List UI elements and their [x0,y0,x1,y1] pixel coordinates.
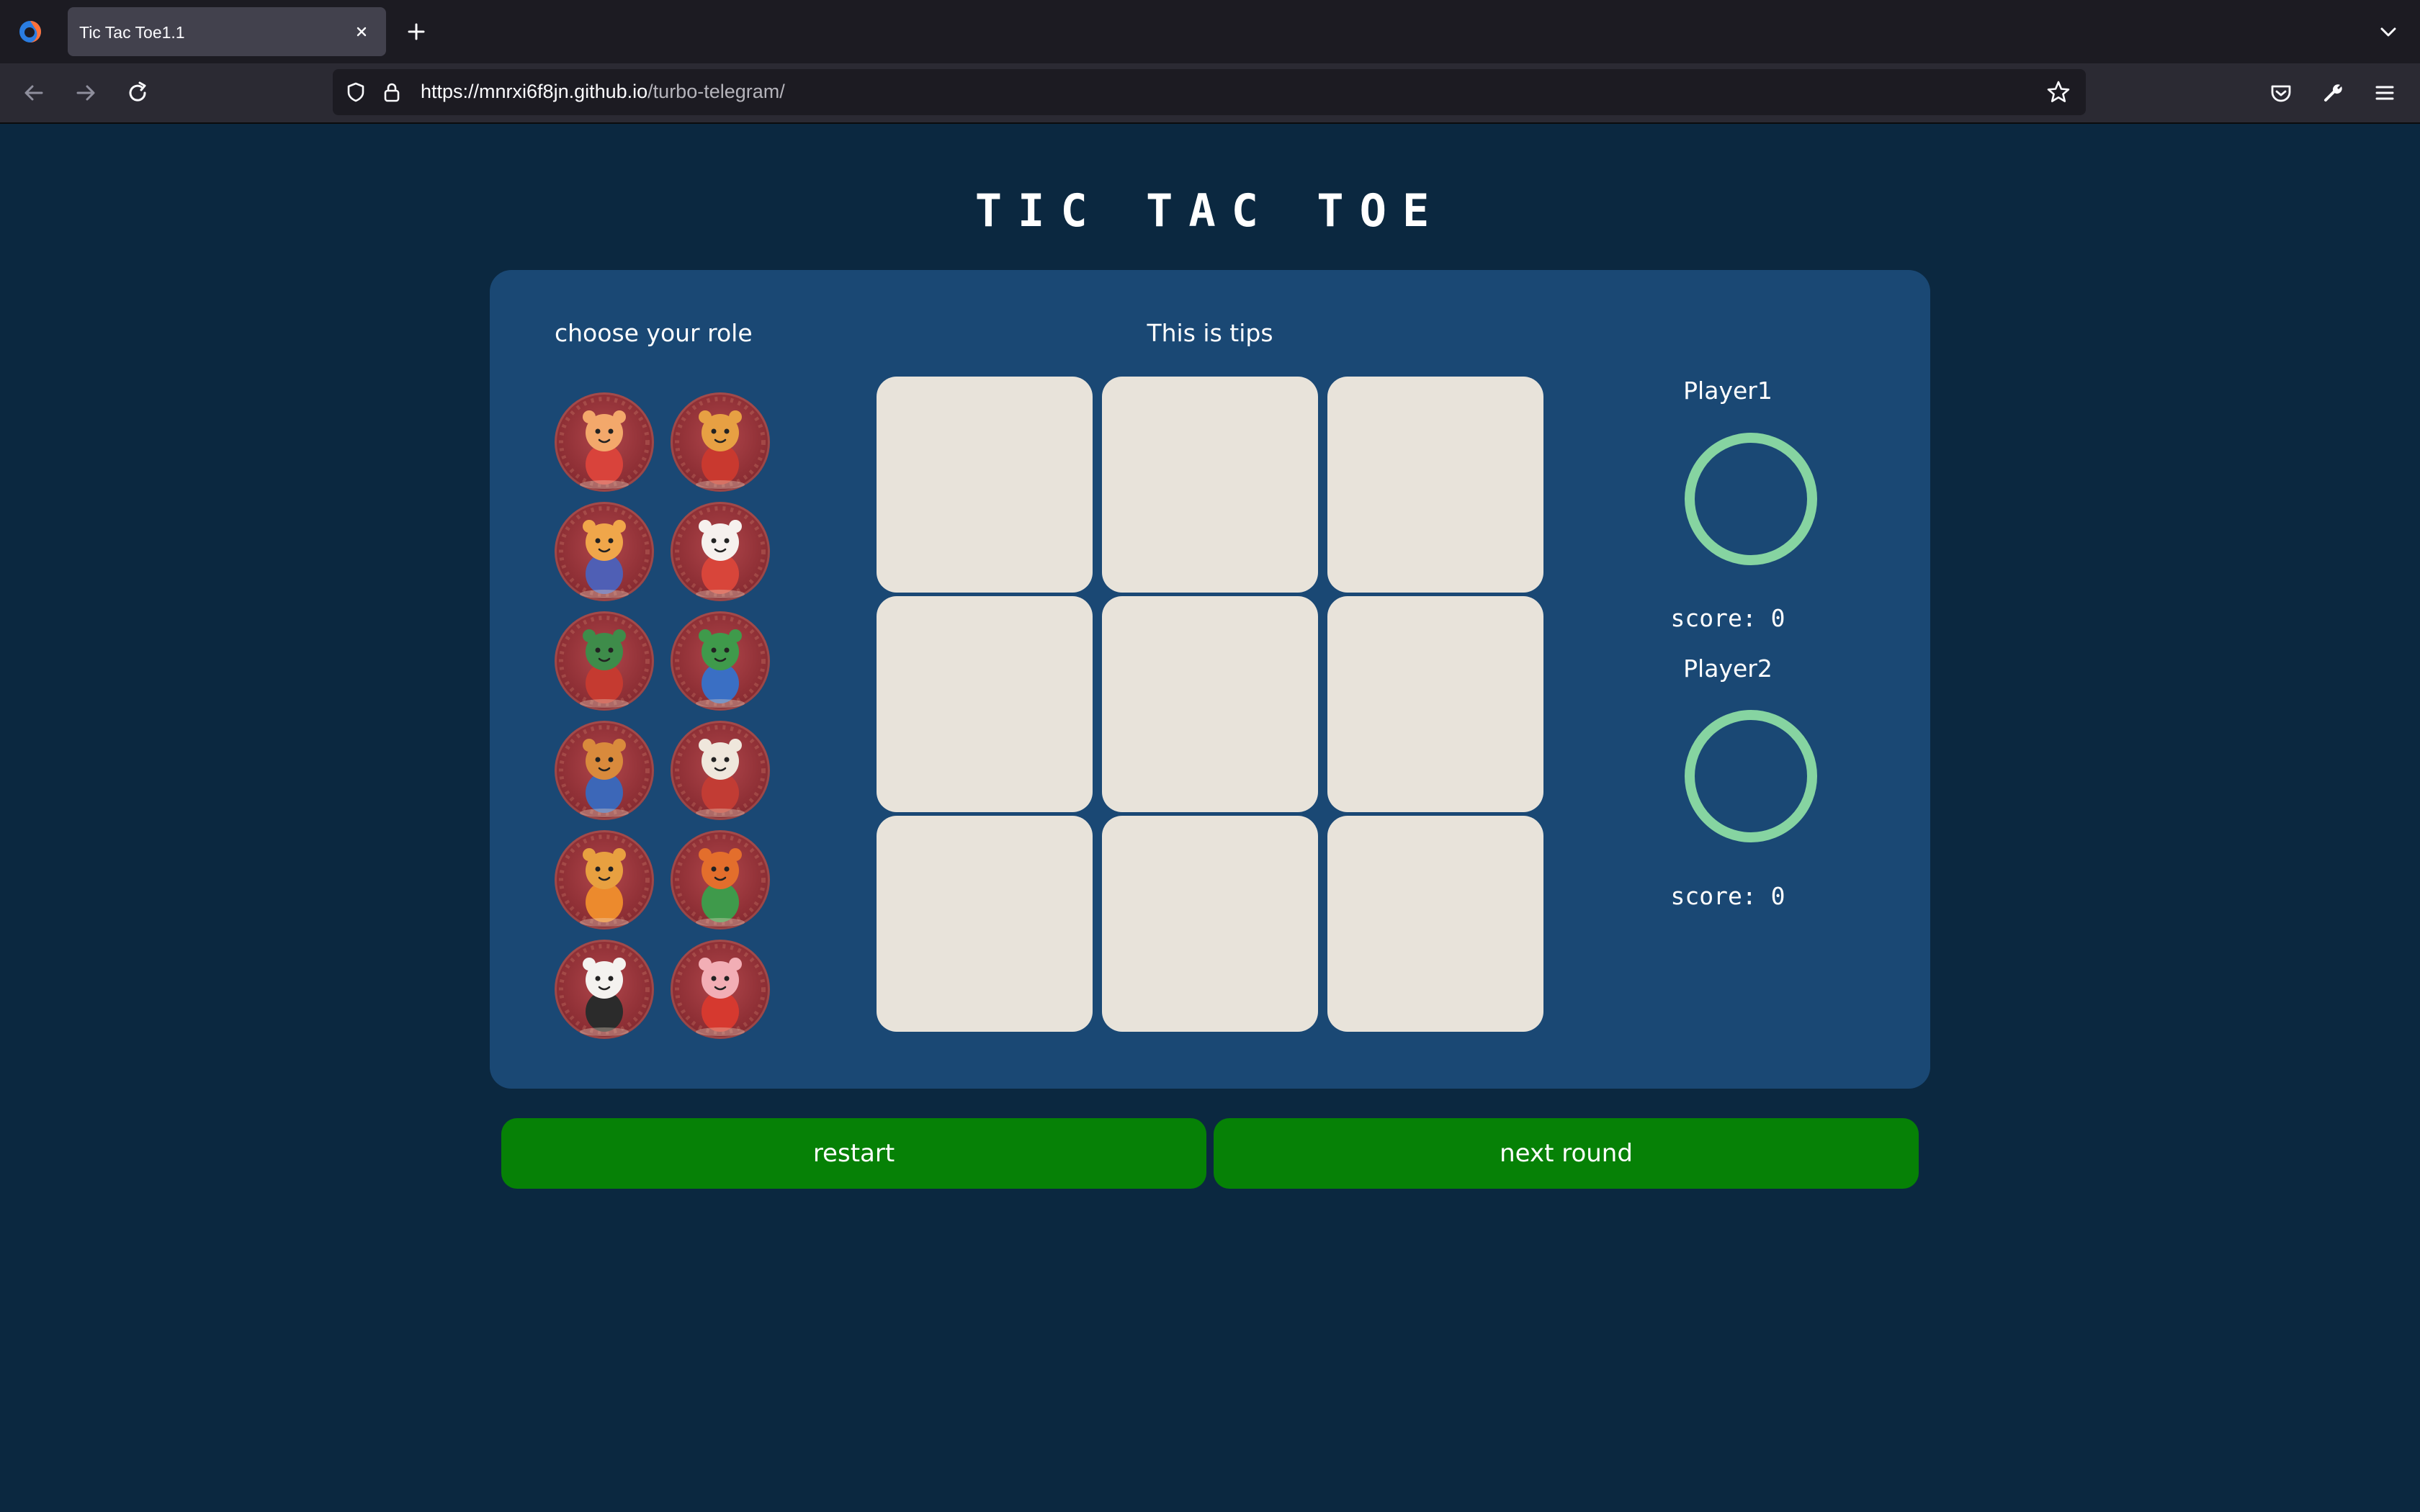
url-text[interactable]: https://mnrxi6f8jn.github.io/turbo-teleg… [421,81,785,103]
bookmark-star-icon[interactable] [2045,79,2071,105]
pocket-icon[interactable] [2267,79,2295,107]
hamburger-menu-icon[interactable] [2371,79,2398,107]
role-avatar-horse[interactable] [555,721,654,820]
board-cell[interactable] [877,596,1093,812]
url-bar[interactable]: https://mnrxi6f8jn.github.io/turbo-teleg… [333,69,2086,115]
board-cell[interactable] [877,377,1093,593]
player2-score: score: 0 [1670,882,1785,910]
player1-score: score: 0 [1670,604,1785,632]
board-cell[interactable] [877,816,1093,1032]
url-host: https://mnrxi6f8jn.github.io [421,81,648,102]
role-avatar-dragon[interactable] [555,611,654,711]
forward-arrow-icon[interactable] [72,79,99,107]
wrench-icon[interactable] [2319,79,2347,107]
page-title: TIC TAC TOE [974,184,1446,237]
board-cell[interactable] [1327,816,1543,1032]
active-tab[interactable]: Tic Tac Toe1.1 [68,7,386,56]
tab-title: Tic Tac Toe1.1 [79,23,185,42]
board-cell[interactable] [1327,596,1543,812]
url-path: /turbo-telegram/ [647,81,785,102]
lock-icon[interactable] [380,81,403,104]
player2-avatar-slot [1685,710,1817,842]
next-round-button[interactable]: next round [1214,1118,1919,1189]
chevron-down-icon[interactable] [2377,20,2400,43]
role-avatar-monkey[interactable] [555,830,654,930]
role-avatar-rooster[interactable] [671,830,770,930]
role-avatar-ox[interactable] [671,392,770,492]
board-cell[interactable] [1327,377,1543,593]
player2-name: Player2 [1683,654,1773,683]
role-avatar-tiger[interactable] [555,502,654,601]
player1-avatar-slot [1685,433,1817,565]
tips-text: This is tips [1147,319,1273,347]
browser-nav-bar: https://mnrxi6f8jn.github.io/turbo-teleg… [0,63,2420,124]
close-icon[interactable] [351,22,372,42]
back-arrow-icon[interactable] [20,79,48,107]
plus-icon[interactable] [405,20,428,43]
role-avatar-rabbit[interactable] [671,502,770,601]
role-avatar-goat[interactable] [671,721,770,820]
game-panel: choose your role This is tips Player1 sc… [490,270,1930,1089]
board-cell[interactable] [1102,377,1318,593]
shield-icon[interactable] [344,81,367,104]
role-avatar-snake[interactable] [671,611,770,711]
role-avatar-pig[interactable] [671,940,770,1039]
role-avatar-rat[interactable] [555,392,654,492]
browser-tab-bar: Tic Tac Toe1.1 [0,0,2420,63]
role-avatar-dog[interactable] [555,940,654,1039]
board-cell[interactable] [1102,596,1318,812]
reload-icon[interactable] [124,79,151,107]
restart-button[interactable]: restart [501,1118,1206,1189]
player1-name: Player1 [1683,377,1773,405]
firefox-logo-icon [19,21,41,42]
board-cell[interactable] [1102,816,1318,1032]
